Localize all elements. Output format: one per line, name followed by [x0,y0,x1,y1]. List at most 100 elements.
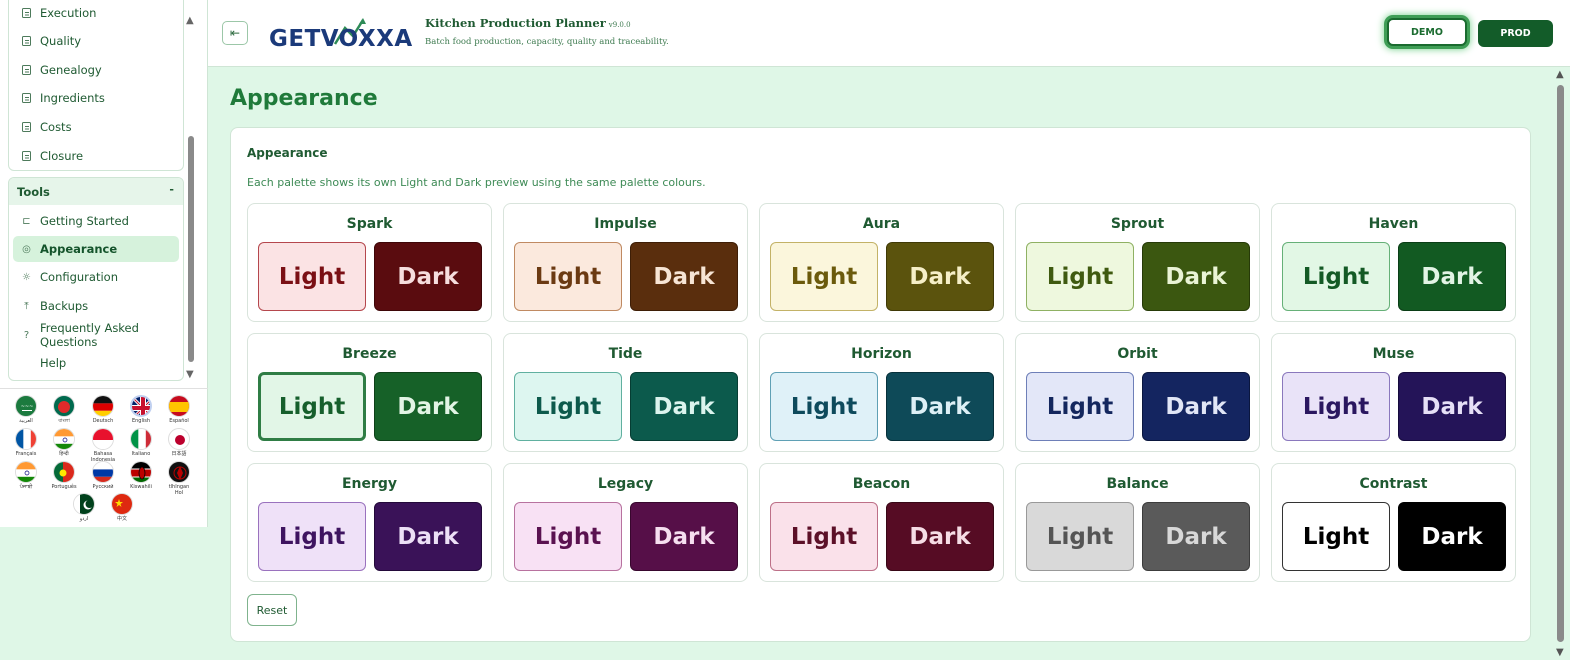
palette-name: Aura [862,216,901,232]
palette-dark-option[interactable]: Dark [886,242,994,311]
sidebar-item-execution[interactable]: Execution [13,0,179,26]
palette-light-option[interactable]: Light [514,242,622,311]
palette-dark-option[interactable]: Dark [630,242,738,311]
palette-light-option[interactable]: Light [1282,242,1390,311]
language-en[interactable]: English [127,395,155,424]
language-ur[interactable]: اردو [70,493,98,522]
sidebar-item-label: Getting Started [40,214,129,228]
tools-section-header[interactable]: Tools - [9,178,183,205]
sidebar-item-quality[interactable]: Quality [13,28,179,54]
toggle-sidebar-button[interactable]: ⇤ [222,21,248,45]
palette-light-option[interactable]: Light [1026,372,1134,441]
sidebar-item-appearance[interactable]: ◎ Appearance [13,236,179,262]
demo-mode-button[interactable]: DEMO [1387,18,1467,46]
palette-card-tide: Tide Light Dark [503,333,748,452]
palette-light-option[interactable]: Light [258,242,366,311]
palette-dark-option[interactable]: Dark [1142,502,1250,571]
document-icon [21,151,32,162]
sidebar-item-closure[interactable]: Closure [13,143,179,169]
collapse-icon[interactable]: - [169,183,174,196]
sidebar-item-ingredients[interactable]: Ingredients [13,85,179,111]
flag-klingon-icon [168,461,190,483]
scroll-up-arrow-icon[interactable]: ▲ [1556,70,1564,80]
sidebar-item-help[interactable]: Help [13,350,179,376]
language-pt[interactable]: Português [50,461,78,490]
palette-light-option[interactable]: Light [1282,372,1390,441]
palette-light-option[interactable]: Light [1282,502,1390,571]
language-bn[interactable]: বাংলা [50,395,78,424]
palette-dark-option[interactable]: Dark [630,372,738,441]
language-hi[interactable]: हिन्दी [50,428,78,457]
palette-dark-option[interactable]: Dark [1142,242,1250,311]
language-es[interactable]: Español [165,395,193,424]
palette-name: Legacy [597,476,654,492]
palette-dark-option[interactable]: Dark [1398,372,1506,441]
palette-card-energy: Energy Light Dark [247,463,492,582]
palette-name: Horizon [851,346,912,362]
language-id[interactable]: Bahasa Indonesia [89,428,117,463]
scroll-down-arrow-icon[interactable]: ▼ [1556,648,1564,658]
palette-light-option[interactable]: Light [258,372,366,441]
palette-light-option[interactable]: Light [514,502,622,571]
language-ru[interactable]: Русский [89,461,117,490]
palette-dark-option[interactable]: Dark [886,502,994,571]
language-zh[interactable]: 中文 [108,493,136,522]
flag-gb-icon [130,395,152,417]
sidebar-item-label: Genealogy [40,63,102,77]
scroll-up-arrow-icon[interactable]: ▲ [186,16,194,26]
sidebar-section-operations: Execution Quality Genealogy Ingredients … [8,0,184,171]
sidebar-item-getting-started[interactable]: ⊏ Getting Started [13,208,179,234]
palette-name: Contrast [1359,476,1428,492]
reset-button[interactable]: Reset [247,594,297,626]
sidebar-item-genealogy[interactable]: Genealogy [13,57,179,83]
brand-logo: GETVOXXA [269,16,412,56]
palette-dark-option[interactable]: Dark [374,502,482,571]
sidebar-item-costs[interactable]: Costs [13,114,179,140]
language-ja[interactable]: 日本語 [165,428,193,457]
card-title: Appearance [247,146,328,160]
sidebar-item-backups[interactable]: ⤒ Backups [13,293,179,319]
sidebar-item-label: Frequently Asked Questions [40,321,139,349]
flag-fr-icon [15,428,37,450]
palette-light-option[interactable]: Light [770,372,878,441]
prod-mode-button[interactable]: PROD [1478,20,1553,47]
palette-dark-option[interactable]: Dark [374,242,482,311]
palette-light-option[interactable]: Light [514,372,622,441]
scroll-down-arrow-icon[interactable]: ▼ [186,370,194,380]
language-pa[interactable]: ਪੰਜਾਬੀ [12,461,40,490]
palette-dark-option[interactable]: Dark [630,502,738,571]
app-version: v9.0.0 [608,21,631,29]
sidebar-section-tools: Tools - ⊏ Getting Started ◎ Appearance ☼… [8,177,184,381]
palette-dark-option[interactable]: Dark [1398,242,1506,311]
language-de[interactable]: Deutsch [89,395,117,424]
sidebar-scrollbar[interactable]: ▲ ▼ [185,14,197,380]
sidebar-scroll-thumb[interactable] [188,136,194,362]
palette-dark-option[interactable]: Dark [886,372,994,441]
sidebar: Execution Quality Genealogy Ingredients … [0,0,208,527]
language-it[interactable]: Italiano [127,428,155,457]
language-fr[interactable]: Français [12,428,40,457]
sidebar-item-label: Configuration [40,270,118,284]
palette-dark-option[interactable]: Dark [1398,502,1506,571]
sidebar-item-label: Appearance [40,242,118,256]
app-header: ⇤ GETVOXXA Kitchen Production Planner v9.… [208,0,1570,67]
main-scroll-thumb[interactable] [1557,85,1564,642]
language-selector: ~~~ العربية বাংলা Deutsch English Españo… [0,388,208,527]
palette-light-option[interactable]: Light [258,502,366,571]
palette-light-option[interactable]: Light [1026,242,1134,311]
sidebar-item-faq[interactable]: ? Frequently Asked Questions [13,321,179,349]
palette-dark-option[interactable]: Dark [1142,372,1250,441]
document-icon [21,36,32,47]
palette-light-option[interactable]: Light [770,242,878,311]
palette-name: Beacon [852,476,911,492]
language-sw[interactable]: Kiswahili [127,461,155,490]
palette-light-option[interactable]: Light [770,502,878,571]
appearance-card: Appearance Each palette shows its own Li… [230,127,1531,642]
sidebar-item-label: Costs [40,120,72,134]
main-scrollbar[interactable]: ▲ ▼ [1554,68,1568,660]
language-ar[interactable]: ~~~ العربية [12,395,40,424]
sidebar-item-configuration[interactable]: ☼ Configuration [13,264,179,290]
language-tlh[interactable]: tlhIngan Hol [165,461,193,496]
palette-light-option[interactable]: Light [1026,502,1134,571]
palette-dark-option[interactable]: Dark [374,372,482,441]
